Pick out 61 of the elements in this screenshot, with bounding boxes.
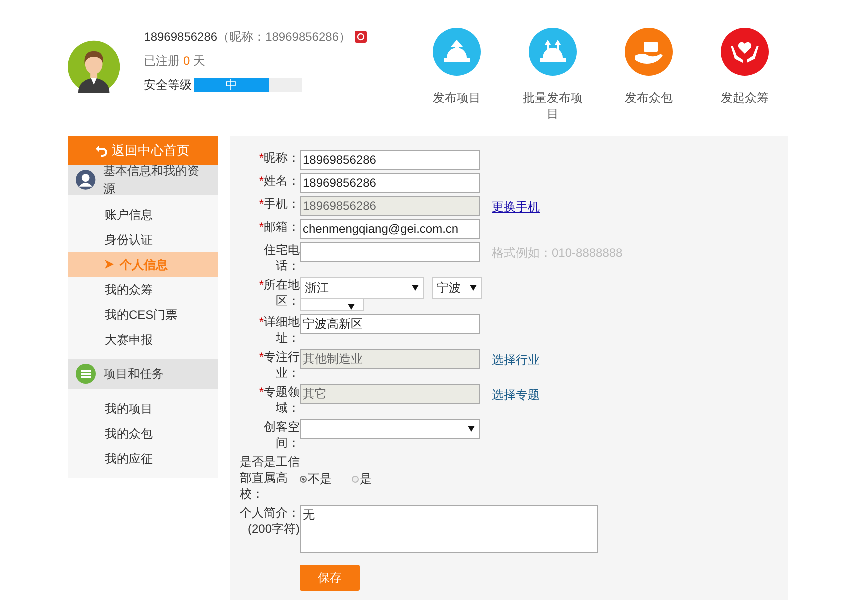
field-label: 创客空间： xyxy=(264,420,300,450)
caret-icon xyxy=(468,426,475,432)
text-field[interactable]: 18969856286 xyxy=(300,173,480,193)
sidebar-item[interactable]: 我的众包 xyxy=(68,421,218,446)
link[interactable]: 更换手机 xyxy=(492,198,540,216)
field-label: *专注行业： xyxy=(259,350,300,380)
link[interactable]: 选择行业 xyxy=(492,351,540,369)
city-dropdown[interactable]: 宁波 xyxy=(432,277,482,299)
caret-icon xyxy=(470,285,477,291)
sidebar-item[interactable]: 我的众筹 xyxy=(68,277,218,302)
list-icon xyxy=(76,364,96,384)
sidebar-item[interactable]: 我的CES门票 xyxy=(68,302,218,327)
field-label: *邮箱： xyxy=(259,220,300,234)
security-label: 安全等级 xyxy=(144,77,192,94)
field-label: 个人简介：(200字符) xyxy=(240,506,300,536)
user-icon xyxy=(76,170,96,190)
field-label: *姓名： xyxy=(259,174,300,188)
section-title: 基本信息和我的资源 xyxy=(104,163,201,198)
action-icon xyxy=(721,28,769,76)
radio-option[interactable]: 不是 xyxy=(300,470,332,488)
account-name: 18969856286 xyxy=(144,29,218,46)
text-field[interactable]: 宁波高新区 xyxy=(300,314,480,334)
sidebar-item[interactable]: 我的应征 xyxy=(68,446,218,471)
caret-icon xyxy=(348,304,355,310)
back-icon xyxy=(96,144,108,156)
text-field[interactable]: 其他制造业 xyxy=(300,349,480,369)
bio-textarea[interactable]: 无 xyxy=(300,505,598,553)
section-title: 项目和任务 xyxy=(104,366,164,383)
action-icon xyxy=(529,28,577,76)
sidebar-item[interactable]: 账户信息 xyxy=(68,202,218,227)
caret-icon xyxy=(412,285,419,291)
text-field[interactable]: chenmengqiang@gei.com.cn xyxy=(300,219,480,239)
field-label: 住宅电话： xyxy=(264,243,300,273)
field-label: *详细地址： xyxy=(259,315,300,345)
district-dropdown[interactable] xyxy=(300,299,364,311)
security-level-text: 中 xyxy=(225,79,238,91)
field-label: *手机： xyxy=(259,197,300,211)
action-button[interactable]: 发布众包 xyxy=(601,22,697,136)
sidebar-item[interactable]: 身份认证 xyxy=(68,227,218,252)
province-dropdown[interactable]: 浙江 xyxy=(300,277,424,299)
action-button[interactable]: 发布项目 xyxy=(409,22,505,136)
nickname-note: （昵称：18969856286） xyxy=(218,29,351,46)
radio-option[interactable]: 是 xyxy=(352,470,372,488)
registered-text: 已注册 0 天 xyxy=(144,53,207,70)
text-field[interactable]: 18969856286 xyxy=(300,196,480,216)
link[interactable]: 选择专题 xyxy=(492,386,540,404)
text-field[interactable]: 18969856286 xyxy=(300,150,480,170)
text-field[interactable] xyxy=(300,242,480,262)
action-icon xyxy=(625,28,673,76)
text-field[interactable]: 其它 xyxy=(300,384,480,404)
action-button[interactable]: 批量发布项目 xyxy=(505,22,601,136)
field-label: *所在地区： xyxy=(259,278,300,308)
format-hint: 格式例如：010-8888888 xyxy=(492,245,623,262)
action-icon xyxy=(433,28,481,76)
sidebar-item[interactable]: 大赛申报 xyxy=(68,327,218,352)
field-label: 是否是工信部直属高校： xyxy=(240,455,300,501)
field-label: *专题领域： xyxy=(259,385,300,415)
arrow-icon xyxy=(105,260,114,269)
sidebar-item[interactable]: 我的项目 xyxy=(68,396,218,421)
action-button[interactable]: 发起众筹 xyxy=(697,22,793,136)
field-label: *昵称： xyxy=(259,151,300,165)
